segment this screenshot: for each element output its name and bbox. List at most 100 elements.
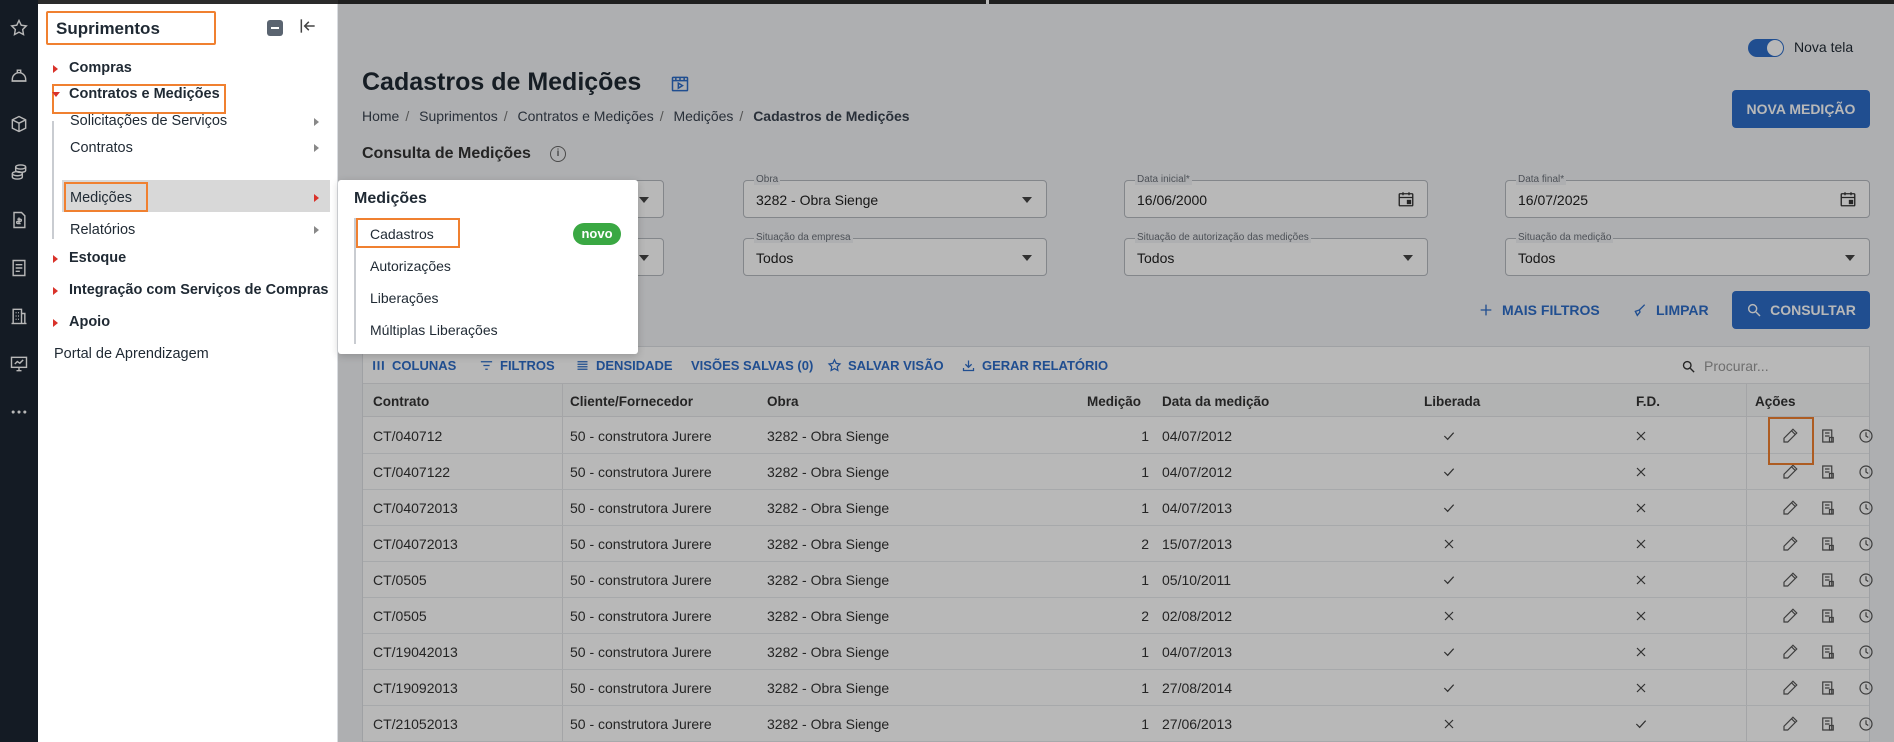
info-icon[interactable]: i	[550, 146, 566, 162]
sidebar-item-apoio[interactable]: Apoio	[53, 314, 110, 330]
grid-search[interactable]: Procurar...	[1681, 355, 1861, 377]
sidebar-item-integracao[interactable]: Integração com Serviços de Compras	[53, 282, 329, 298]
history-icon[interactable]	[1857, 571, 1875, 589]
table-row[interactable]: CT/19042013 50 - construtora Jurere 3282 -…	[363, 634, 1873, 670]
table-row[interactable]: CT/0505 50 - construtora Jurere 3282 - Obr…	[363, 562, 1873, 598]
table-row[interactable]: CT/0505 50 - construtora Jurere 3282 - Obr…	[363, 598, 1873, 634]
history-icon[interactable]	[1857, 427, 1875, 445]
collapse-sidebar-icon[interactable]	[298, 16, 320, 38]
cell-data: 02/08/2012	[1162, 608, 1233, 624]
nova-tela-toggle[interactable]	[1748, 39, 1784, 57]
report-icon[interactable]	[1819, 679, 1837, 697]
cell-medicao: 2	[1141, 608, 1149, 624]
report-icon[interactable]	[1819, 463, 1837, 481]
calendar-icon[interactable]	[1839, 190, 1857, 208]
edit-icon[interactable]	[1781, 535, 1799, 553]
sidebar-item-contratos[interactable]: Contratos	[70, 140, 133, 156]
colunas-button[interactable]: COLUNAS	[371, 358, 456, 373]
filter-situacao-empresa[interactable]: Situação da empresa Todos	[743, 232, 1047, 276]
nova-medicao-button[interactable]: NOVA MEDIÇÃO	[1732, 90, 1870, 128]
list-document-icon[interactable]	[0, 248, 38, 288]
helmet-icon[interactable]	[0, 56, 38, 96]
calendar-icon[interactable]	[1397, 190, 1415, 208]
flyout-title: Medições	[354, 190, 427, 207]
report-icon[interactable]	[1819, 571, 1837, 589]
mais-filtros-button[interactable]: MAIS FILTROS	[1478, 302, 1600, 318]
filter-situacao-autorizacao[interactable]: Situação de autorização das medições Tod…	[1124, 232, 1428, 276]
document-dollar-icon[interactable]	[0, 200, 38, 240]
breadcrumb-contratos-medicoes[interactable]: Contratos e Medições	[518, 108, 654, 124]
box-icon[interactable]	[0, 104, 38, 144]
history-icon[interactable]	[1857, 643, 1875, 661]
filter-data-inicial[interactable]: Data inicial* 16/06/2000	[1124, 174, 1428, 218]
history-icon[interactable]	[1857, 463, 1875, 481]
edit-icon[interactable]	[1781, 715, 1799, 733]
filter-situacao-medicao[interactable]: Situação da medição Todos	[1505, 232, 1870, 276]
coins-icon[interactable]	[0, 152, 38, 192]
caret-right-icon	[53, 287, 58, 295]
table-row[interactable]: CT/21052013 50 - construtora Jurere 3282 -…	[363, 706, 1873, 742]
col-data[interactable]: Data da medição	[1162, 394, 1269, 409]
col-contrato[interactable]: Contrato	[373, 394, 429, 409]
table-row[interactable]: CT/040712 50 - construtora Jurere 3282 - O…	[363, 418, 1873, 454]
filtros-button[interactable]: FILTROS	[479, 358, 555, 373]
sidebar-item-portal[interactable]: Portal de Aprendizagem	[54, 346, 209, 362]
sidebar-item-label: Contratos e Medições	[69, 86, 220, 102]
densidade-button[interactable]: DENSIDADE	[575, 358, 673, 373]
limpar-button[interactable]: LIMPAR	[1632, 302, 1709, 318]
sidebar-item-solicitacoes[interactable]: Solicitações de Serviços	[70, 113, 227, 129]
flyout-item-autorizacoes[interactable]: Autorizações	[370, 258, 451, 274]
edit-icon[interactable]	[1781, 571, 1799, 589]
salvar-visao-button[interactable]: SALVAR VISÃO	[827, 358, 944, 373]
sidebar-item-relatorios[interactable]: Relatórios	[70, 222, 135, 238]
report-icon[interactable]	[1819, 499, 1837, 517]
edit-icon[interactable]	[1781, 463, 1799, 481]
flyout-item-multiplas-liberacoes[interactable]: Múltiplas Liberações	[370, 322, 498, 338]
visoes-salvas-button[interactable]: VISÕES SALVAS (0)	[691, 358, 813, 373]
col-medicao[interactable]: Medição	[1087, 394, 1141, 409]
report-icon[interactable]	[1819, 535, 1837, 553]
edit-icon[interactable]	[1781, 643, 1799, 661]
collapse-all-icon[interactable]	[267, 20, 283, 36]
report-icon[interactable]	[1819, 607, 1837, 625]
report-icon[interactable]	[1819, 715, 1837, 733]
table-row[interactable]: CT/0407122 50 - construtora Jurere 3282 - …	[363, 454, 1873, 490]
consultar-button[interactable]: CONSULTAR	[1732, 291, 1870, 329]
sidebar-item-contratos-medicoes[interactable]: Contratos e Medições	[52, 86, 220, 102]
star-icon[interactable]	[0, 8, 38, 48]
edit-icon[interactable]	[1781, 607, 1799, 625]
report-icon[interactable]	[1819, 643, 1837, 661]
history-icon[interactable]	[1857, 499, 1875, 517]
sidebar-item-compras[interactable]: Compras	[53, 60, 132, 76]
monitor-icon[interactable]	[0, 344, 38, 384]
video-help-icon[interactable]	[670, 74, 690, 94]
gerar-relatorio-button[interactable]: GERAR RELATÓRIO	[961, 358, 1108, 373]
caret-down-icon	[52, 92, 60, 97]
col-cliente[interactable]: Cliente/Fornecedor	[570, 394, 693, 409]
col-obra[interactable]: Obra	[767, 394, 799, 409]
history-icon[interactable]	[1857, 607, 1875, 625]
breadcrumb-home[interactable]: Home	[362, 108, 399, 124]
table-row[interactable]: CT/04072013 50 - construtora Jurere 3282 -…	[363, 526, 1873, 562]
table-row[interactable]: CT/04072013 50 - construtora Jurere 3282 -…	[363, 490, 1873, 526]
history-icon[interactable]	[1857, 535, 1875, 553]
more-icon[interactable]	[0, 392, 38, 432]
filter-obra-select[interactable]: Obra 3282 - Obra Sienge	[743, 174, 1047, 218]
sidebar-item-estoque[interactable]: Estoque	[53, 250, 126, 266]
edit-icon[interactable]	[1781, 679, 1799, 697]
building-icon[interactable]	[0, 296, 38, 336]
table-row[interactable]: CT/19092013 50 - construtora Jurere 3282 -…	[363, 670, 1873, 706]
history-icon[interactable]	[1857, 679, 1875, 697]
breadcrumb-medicoes[interactable]: Medições	[673, 108, 733, 124]
flyout-item-liberacoes[interactable]: Liberações	[370, 290, 439, 306]
sidebar-item-medicoes[interactable]: Medições	[70, 190, 132, 206]
col-liberada[interactable]: Liberada	[1424, 394, 1480, 409]
filter-data-final[interactable]: Data final* 16/07/2025	[1505, 174, 1870, 218]
report-icon[interactable]	[1819, 427, 1837, 445]
col-fd[interactable]: F.D.	[1636, 394, 1660, 409]
cell-cliente: 50 - construtora Jurere	[570, 608, 712, 624]
edit-icon[interactable]	[1781, 499, 1799, 517]
breadcrumb-suprimentos[interactable]: Suprimentos	[419, 108, 498, 124]
flyout-item-cadastros[interactable]: Cadastros	[370, 226, 434, 242]
history-icon[interactable]	[1857, 715, 1875, 733]
